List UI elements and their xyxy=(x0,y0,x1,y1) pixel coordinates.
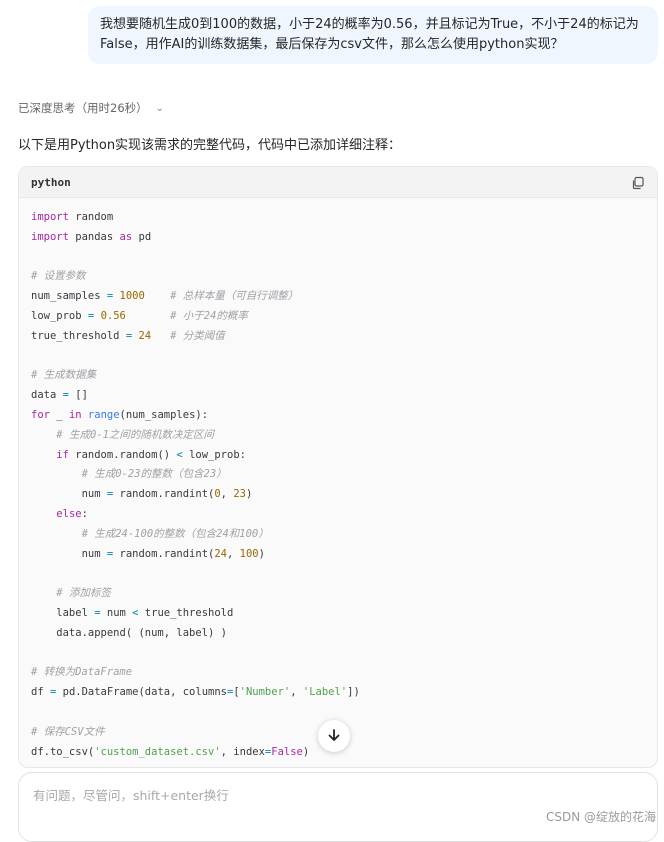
scroll-to-bottom-button[interactable] xyxy=(318,720,350,752)
chat-input-box[interactable] xyxy=(18,772,658,842)
code-line: for _ in range(num_samples): xyxy=(31,408,209,421)
thinking-toggle[interactable]: 已深度思考（用时26秒） ⌄ xyxy=(18,100,164,116)
code-language-label: python xyxy=(31,175,71,189)
code-line: # 生成数据集 xyxy=(31,369,97,382)
code-line: # 生成0-23的整数（包含23） xyxy=(81,468,227,481)
code-line: num = random.randint(0, 23) xyxy=(31,488,253,501)
code-content: import random import pandas as pd # 设置参数 n… xyxy=(19,198,657,762)
code-line: num_samples = 1000 # 总样本量（可自行调整） xyxy=(31,290,299,303)
code-line: # 添加标签 xyxy=(56,587,111,600)
code-line: true_threshold = 24 # 分类阈值 xyxy=(31,329,225,342)
code-block: python import random import pandas as pd … xyxy=(18,166,658,768)
code-line: num = random.randint(24, 100) xyxy=(31,547,265,560)
thinking-label: 已深度思考（用时26秒） xyxy=(18,101,148,115)
code-line: # 转换为DataFrame xyxy=(31,666,133,679)
code-line: import pandas as pd xyxy=(31,230,152,243)
watermark: CSDN @绽放的花海 xyxy=(545,810,656,824)
code-line: # 生成0-1之间的随机数决定区间 xyxy=(56,428,214,441)
code-line: data = [] xyxy=(31,389,88,402)
code-line: # 生成24-100的整数（包含24和100） xyxy=(81,527,269,540)
code-line: data.append( (num, label) ) xyxy=(31,626,227,639)
arrow-down-icon xyxy=(327,727,341,746)
code-line: low_prob = 0.56 # 小于24的概率 xyxy=(31,309,248,322)
code-block-header: python xyxy=(19,167,657,198)
answer-intro: 以下是用Python实现该需求的完整代码，代码中已添加详细注释： xyxy=(18,138,402,153)
chevron-down-icon: ⌄ xyxy=(155,102,165,114)
code-line: else: xyxy=(56,507,88,520)
code-line: df = pd.DataFrame(data, columns=['Number… xyxy=(31,686,360,699)
code-line: import random xyxy=(31,211,114,223)
user-message-bubble: 我想要随机生成0到100的数据，小于24的概率为0.56，并且标记为True，不… xyxy=(88,6,658,64)
code-line: # 设置参数 xyxy=(31,270,86,283)
code-line: if random.random() < low_prob: xyxy=(56,448,246,461)
copy-icon[interactable] xyxy=(631,175,645,190)
code-line: label = num < true_threshold xyxy=(31,606,234,619)
user-message-text: 我想要随机生成0到100的数据，小于24的概率为0.56，并且标记为True，不… xyxy=(100,17,639,52)
